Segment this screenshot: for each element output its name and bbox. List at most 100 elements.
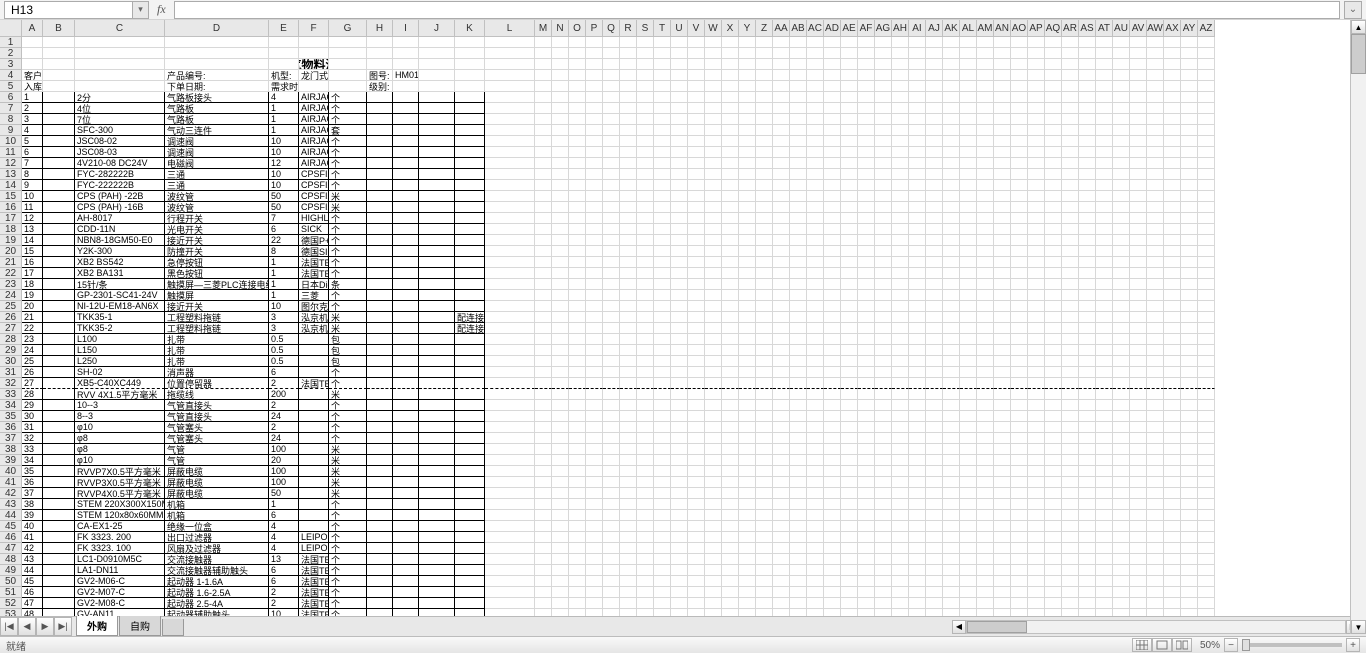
cell[interactable] (43, 411, 75, 422)
cell[interactable] (1045, 103, 1062, 114)
cell[interactable] (858, 114, 875, 125)
cell[interactable] (858, 433, 875, 444)
cell[interactable] (1164, 510, 1181, 521)
cell[interactable] (960, 180, 977, 191)
cell[interactable] (1028, 48, 1045, 59)
cell[interactable] (552, 246, 569, 257)
cell[interactable] (1130, 180, 1147, 191)
cell[interactable]: 45 (22, 576, 43, 587)
cell[interactable] (637, 609, 654, 616)
cell[interactable] (1113, 455, 1130, 466)
cell[interactable] (926, 609, 943, 616)
cell[interactable] (535, 345, 552, 356)
cell[interactable] (1181, 433, 1198, 444)
cell[interactable] (1011, 444, 1028, 455)
cell[interactable]: FYC-282222B (75, 169, 165, 180)
cell[interactable] (637, 565, 654, 576)
cell[interactable] (858, 521, 875, 532)
cell[interactable] (926, 543, 943, 554)
row-header[interactable]: 37 (0, 433, 22, 444)
cell[interactable] (637, 312, 654, 323)
cell[interactable] (756, 455, 773, 466)
cell[interactable] (1130, 356, 1147, 367)
cell[interactable]: 气管塞头 (165, 422, 269, 433)
cell[interactable] (858, 444, 875, 455)
cell[interactable] (43, 224, 75, 235)
cell[interactable] (603, 301, 620, 312)
cell[interactable]: 41 (22, 532, 43, 543)
cell[interactable] (1096, 169, 1113, 180)
cell[interactable] (841, 521, 858, 532)
cell[interactable] (552, 543, 569, 554)
cell[interactable] (393, 268, 419, 279)
cell[interactable] (43, 136, 75, 147)
cell[interactable] (419, 367, 455, 378)
cell[interactable] (807, 114, 824, 125)
cell[interactable] (586, 400, 603, 411)
cell[interactable] (824, 334, 841, 345)
cell[interactable] (1062, 433, 1079, 444)
cell[interactable]: 4 (22, 125, 43, 136)
cell[interactable] (807, 422, 824, 433)
cell[interactable] (807, 389, 824, 400)
cell[interactable] (1164, 455, 1181, 466)
cell[interactable] (586, 334, 603, 345)
cell[interactable] (756, 554, 773, 565)
cell[interactable] (739, 466, 756, 477)
cell[interactable] (739, 48, 756, 59)
cell[interactable] (875, 279, 892, 290)
cell[interactable] (739, 565, 756, 576)
cell[interactable] (367, 125, 393, 136)
cell[interactable] (977, 400, 994, 411)
cell[interactable] (926, 455, 943, 466)
cell[interactable] (1079, 367, 1096, 378)
cell[interactable] (1096, 466, 1113, 477)
cell[interactable]: STEM 120x80x60MM (75, 510, 165, 521)
cell[interactable] (943, 609, 960, 616)
cell[interactable] (875, 103, 892, 114)
cell[interactable] (43, 202, 75, 213)
cell[interactable] (756, 565, 773, 576)
cell[interactable] (824, 609, 841, 616)
cell[interactable] (739, 59, 756, 70)
cell[interactable] (1045, 609, 1062, 616)
cell[interactable] (485, 48, 535, 59)
cell[interactable] (1045, 235, 1062, 246)
cell[interactable] (299, 400, 329, 411)
cell[interactable] (994, 609, 1011, 616)
cell[interactable] (688, 268, 705, 279)
cell[interactable] (977, 466, 994, 477)
cell[interactable] (603, 378, 620, 389)
cell[interactable] (552, 114, 569, 125)
cell[interactable] (637, 587, 654, 598)
cell[interactable] (393, 565, 419, 576)
cell[interactable] (875, 268, 892, 279)
cell[interactable] (535, 488, 552, 499)
row-header[interactable]: 4 (0, 70, 22, 81)
cell[interactable] (1164, 565, 1181, 576)
cell[interactable] (1113, 334, 1130, 345)
row-header[interactable]: 53 (0, 609, 22, 616)
cell[interactable] (1147, 81, 1164, 92)
cell[interactable] (586, 147, 603, 158)
cell[interactable]: 工程塑料拖链 (165, 323, 269, 334)
cell[interactable] (841, 389, 858, 400)
cell[interactable] (960, 532, 977, 543)
cell[interactable] (552, 158, 569, 169)
cell[interactable] (43, 532, 75, 543)
cell[interactable] (994, 136, 1011, 147)
cell[interactable] (756, 609, 773, 616)
cell[interactable] (994, 48, 1011, 59)
cell[interactable] (1130, 70, 1147, 81)
cell[interactable]: 4 (269, 543, 299, 554)
cell[interactable]: 屏蔽电缆 (165, 477, 269, 488)
cell[interactable]: 个 (329, 290, 367, 301)
cell[interactable]: GV-AN11 (75, 609, 165, 616)
cell[interactable] (1164, 543, 1181, 554)
cell[interactable] (1028, 169, 1045, 180)
cell[interactable] (977, 290, 994, 301)
cell[interactable] (535, 246, 552, 257)
cell[interactable] (1045, 191, 1062, 202)
cell[interactable]: AIRJAC (299, 147, 329, 158)
cell[interactable] (705, 334, 722, 345)
